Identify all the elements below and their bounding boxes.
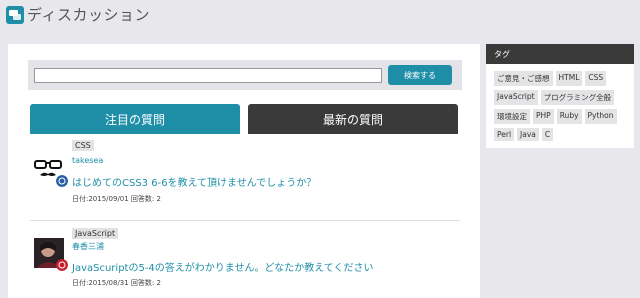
divider [30,220,460,221]
main-panel: 検索する 注目の質問 最新の質問 CSS takesea はじめてのCSS3 6… [8,44,480,298]
tag-ruby[interactable]: Ruby [556,109,582,124]
sidebar-heading: タグ [486,44,634,64]
tag-environment-setup[interactable]: 環境設定 [494,109,530,124]
tag-list: ご意見・ご感想 HTML CSS JavaScript プログラミング全般 環境… [494,71,628,141]
tag-perl[interactable]: Perl [494,128,515,141]
question-title[interactable]: はじめてのCSS3 6-6を教えて頂けませんでしょうか？ [72,174,316,189]
tag-programming-general[interactable]: プログラミング全般 [540,90,615,105]
question-author[interactable]: takesea [72,156,103,165]
tag-javascript[interactable]: JavaScript [494,90,538,105]
question-tag[interactable]: CSS [72,140,94,151]
question-tag[interactable]: JavaScript [72,228,119,239]
chat-bubble-icon[interactable] [6,6,24,24]
question-item: CSS takesea はじめてのCSS3 6-6を教えて頂けませんでしょうか？… [30,138,460,218]
avatar[interactable] [34,154,68,187]
search-button[interactable]: 検索する [388,65,452,85]
question-title[interactable]: JavaScuriptの5-4の答えがわかりません。どなたか教えてください [72,259,374,274]
user-badge-icon [56,175,68,187]
site-title[interactable]: ディスカッション [27,4,150,25]
tag-css[interactable]: CSS [585,71,607,86]
tag-python[interactable]: Python [584,109,617,124]
search-input[interactable] [34,68,382,83]
tag-html[interactable]: HTML [555,71,583,86]
page: ディスカッション 検索する 注目の質問 最新の質問 CSS takesea はじ… [0,0,640,298]
question-author[interactable]: 春香三浦 [72,241,104,252]
avatar[interactable] [34,238,68,271]
tag-sidebar: タグ ご意見・ご感想 HTML CSS JavaScript プログラミング全般… [486,44,634,148]
question-meta: 日付:2015/09/01 回答数: 2 [72,195,161,203]
tab-latest-questions[interactable]: 最新の質問 [248,104,458,134]
tag-java[interactable]: Java [517,128,539,141]
tag-c[interactable]: C [541,128,554,141]
user-badge-icon [56,259,68,271]
site-header: ディスカッション [0,0,640,32]
tag-feedback[interactable]: ご意見・ご感想 [494,71,553,86]
question-meta: 日付:2015/08/31 回答数: 2 [72,279,161,287]
question-item: JavaScript 春香三浦 JavaScuriptの5-4の答えがわかりませ… [30,226,460,298]
tab-popular-questions[interactable]: 注目の質問 [30,104,240,134]
question-tabs: 注目の質問 最新の質問 [30,104,460,134]
search-bar: 検索する [28,60,462,90]
tag-php[interactable]: PHP [533,109,554,124]
